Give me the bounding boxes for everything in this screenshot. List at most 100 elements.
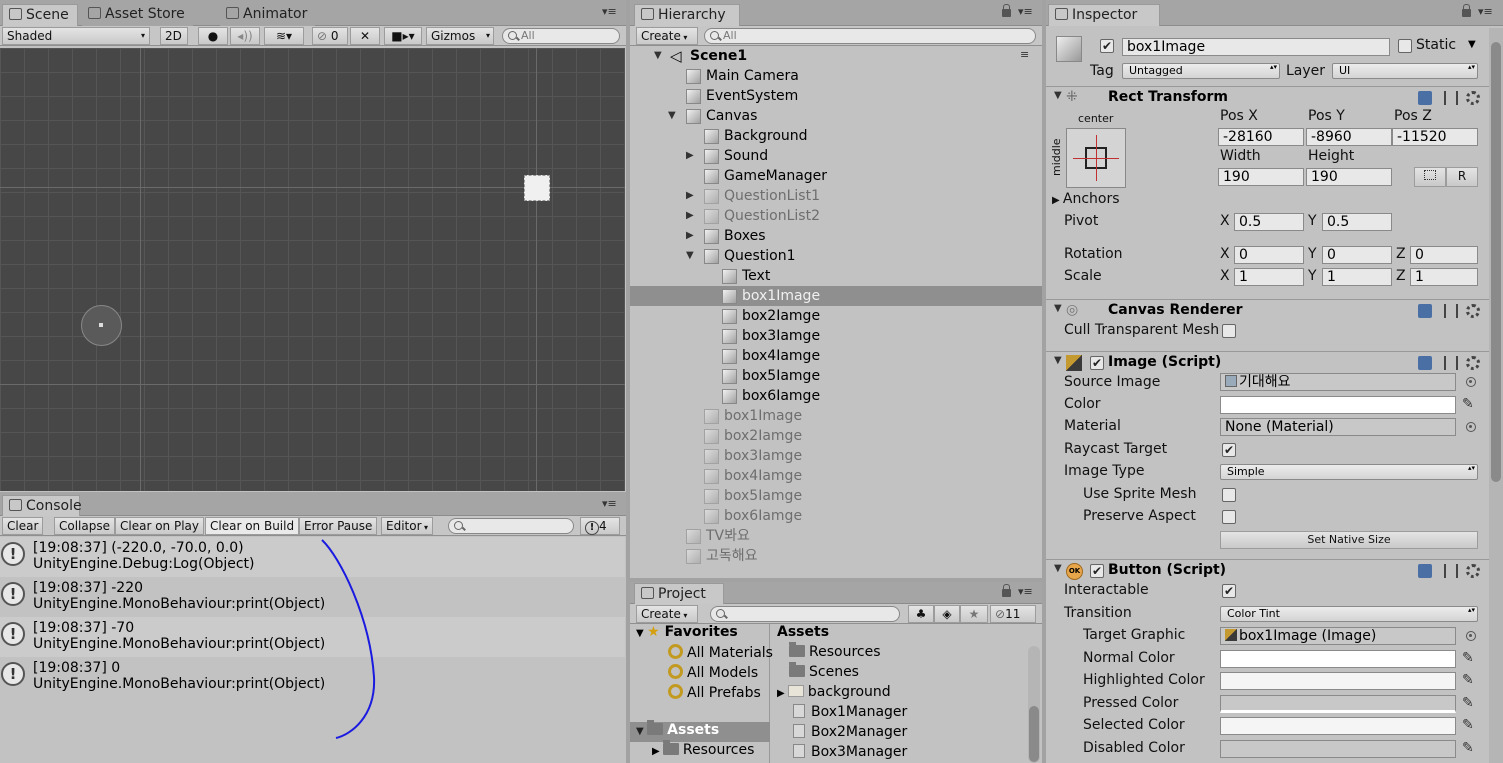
anchor-preset-button[interactable]: [1066, 128, 1126, 188]
inspector-scrollbar[interactable]: [1489, 28, 1503, 763]
preserve-aspect-checkbox[interactable]: [1222, 510, 1236, 524]
panel-menu-icon[interactable]: ▾≡: [1018, 586, 1036, 599]
tab-project[interactable]: Project: [634, 583, 724, 605]
preset-icon[interactable]: [1444, 356, 1458, 370]
panel-menu-icon[interactable]: ▾≡: [1478, 6, 1496, 19]
camera-dropdown[interactable]: ■▸▾: [384, 27, 422, 45]
asset-item[interactable]: Box1Manager: [793, 704, 907, 720]
rotation-x-field[interactable]: 0: [1234, 246, 1304, 264]
eyedropper-icon[interactable]: ✎: [1462, 695, 1478, 713]
active-checkbox[interactable]: ✔: [1100, 39, 1114, 53]
expand-arrow-icon[interactable]: ▶: [686, 186, 694, 206]
tab-hierarchy[interactable]: Hierarchy: [634, 4, 740, 26]
anchors-foldout[interactable]: ▶ Anchors: [1052, 191, 1120, 207]
hierarchy-search-input[interactable]: All: [704, 28, 1036, 44]
favorites-header[interactable]: ▼ ★ Favorites: [636, 624, 738, 640]
sprite-mesh-checkbox[interactable]: [1222, 488, 1236, 502]
hierarchy-item[interactable]: GameManager: [630, 166, 1042, 186]
project-asset-list[interactable]: Assets Resources Scenes ▶ background Box…: [771, 624, 1042, 763]
eyedropper-icon[interactable]: ✎: [1462, 672, 1478, 690]
project-folder-tree[interactable]: ▼ ★ Favorites All Materials All Models A…: [630, 624, 773, 763]
help-icon[interactable]: [1418, 304, 1432, 318]
hidden-packages-toggle[interactable]: ⊘11: [990, 605, 1036, 623]
favorites-button[interactable]: ★: [960, 605, 988, 623]
filter-type-button[interactable]: ♣: [908, 605, 934, 623]
image-enabled-checkbox[interactable]: ✔: [1090, 356, 1104, 370]
lock-icon[interactable]: [1462, 4, 1471, 17]
blueprint-mode-button[interactable]: [1414, 167, 1446, 187]
hierarchy-item[interactable]: box2Iamge: [630, 426, 1042, 446]
hierarchy-item[interactable]: ▶ Boxes: [630, 226, 1042, 246]
disabled-color-field[interactable]: [1220, 740, 1456, 758]
normal-color-field[interactable]: [1220, 650, 1456, 668]
hierarchy-item[interactable]: EventSystem: [630, 86, 1042, 106]
hierarchy-item[interactable]: box4Iamge: [630, 466, 1042, 486]
object-picker-icon[interactable]: [1466, 377, 1476, 387]
preset-icon[interactable]: [1444, 304, 1458, 318]
pivot-x-field[interactable]: 0.5: [1234, 213, 1304, 231]
favorite-item[interactable]: All Models: [668, 664, 758, 681]
transition-dropdown[interactable]: Color Tint: [1220, 606, 1478, 622]
canvas-renderer-header[interactable]: ▼ ◎ Canvas Renderer: [1046, 299, 1489, 321]
hierarchy-item[interactable]: box4Iamge: [630, 346, 1042, 366]
scene-root[interactable]: ▼ ◁ Scene1 ≡: [630, 46, 1042, 66]
asset-item[interactable]: Box3Manager: [793, 744, 907, 760]
width-field[interactable]: 190: [1218, 168, 1304, 186]
editor-dropdown[interactable]: Editor ▾: [381, 517, 433, 535]
eyedropper-icon[interactable]: ✎: [1462, 717, 1478, 735]
gear-icon[interactable]: [1466, 564, 1480, 578]
image-component-header[interactable]: ▼ ✔ Image (Script): [1046, 351, 1489, 373]
hierarchy-item[interactable]: ▶ QuestionList1: [630, 186, 1042, 206]
expand-arrow-icon[interactable]: ▶: [686, 146, 694, 166]
lighting-toggle[interactable]: ●: [198, 27, 228, 45]
static-checkbox[interactable]: [1398, 39, 1412, 53]
pressed-color-field[interactable]: [1220, 695, 1456, 713]
material-field[interactable]: None (Material): [1220, 418, 1456, 436]
effects-dropdown[interactable]: ≋▾: [264, 27, 304, 45]
gizmos-dropdown[interactable]: Gizmos ▾: [426, 27, 494, 45]
hierarchy-item[interactable]: box5Iamge: [630, 486, 1042, 506]
hierarchy-item[interactable]: ▶ Sound: [630, 146, 1042, 166]
scale-x-field[interactable]: 1: [1234, 268, 1304, 286]
tab-scene[interactable]: Scene: [2, 4, 78, 26]
project-scrollbar[interactable]: [1028, 646, 1040, 763]
warning-count-toggle[interactable]: ! 4: [580, 517, 620, 535]
eyedropper-icon[interactable]: ✎: [1462, 650, 1478, 668]
tab-inspector[interactable]: Inspector: [1048, 4, 1160, 26]
selected-object-gizmo[interactable]: [524, 175, 550, 201]
hierarchy-item[interactable]: 고독해요: [630, 546, 1042, 566]
pivot-y-field[interactable]: 0.5: [1322, 213, 1392, 231]
object-picker-icon[interactable]: [1466, 631, 1476, 641]
create-dropdown[interactable]: Create ▾: [636, 605, 698, 623]
preset-icon[interactable]: [1444, 564, 1458, 578]
scrollbar-thumb[interactable]: [1491, 42, 1501, 482]
cull-mesh-checkbox[interactable]: [1222, 324, 1236, 338]
posx-field[interactable]: -28160: [1218, 128, 1304, 146]
gear-icon[interactable]: [1466, 304, 1480, 318]
hierarchy-item[interactable]: box3Iamge: [630, 446, 1042, 466]
shading-dropdown[interactable]: Shaded ▾: [2, 27, 150, 45]
clear-button[interactable]: Clear: [2, 517, 44, 535]
raw-edit-button[interactable]: R: [1446, 167, 1478, 187]
height-field[interactable]: 190: [1306, 168, 1392, 186]
hierarchy-item[interactable]: ▼ Question1: [630, 246, 1042, 266]
lock-icon[interactable]: [1002, 584, 1011, 597]
color-field[interactable]: [1220, 396, 1456, 414]
collapse-button[interactable]: Collapse: [54, 517, 115, 535]
clear-on-build-button[interactable]: Clear on Build: [205, 517, 300, 535]
hidden-objects-toggle[interactable]: ⊘ 0: [312, 27, 348, 45]
filter-label-button[interactable]: ◈: [934, 605, 960, 623]
scale-z-field[interactable]: 1: [1410, 268, 1478, 286]
audio-toggle[interactable]: ◂)): [230, 27, 260, 45]
static-dropdown-arrow-icon[interactable]: ▼: [1468, 39, 1476, 50]
panel-menu-icon[interactable]: ▾≡: [1018, 6, 1036, 19]
raycast-checkbox[interactable]: ✔: [1222, 443, 1236, 457]
hierarchy-item[interactable]: box6Iamge: [630, 506, 1042, 526]
scene-search-input[interactable]: All: [502, 28, 620, 44]
collapse-arrow-icon[interactable]: ▼: [668, 106, 676, 126]
expand-arrow-icon[interactable]: ▶: [686, 206, 694, 226]
rotation-z-field[interactable]: 0: [1410, 246, 1478, 264]
favorite-item[interactable]: All Materials: [668, 644, 773, 661]
button-enabled-checkbox[interactable]: ✔: [1090, 564, 1104, 578]
hierarchy-item[interactable]: ▶ QuestionList2: [630, 206, 1042, 226]
